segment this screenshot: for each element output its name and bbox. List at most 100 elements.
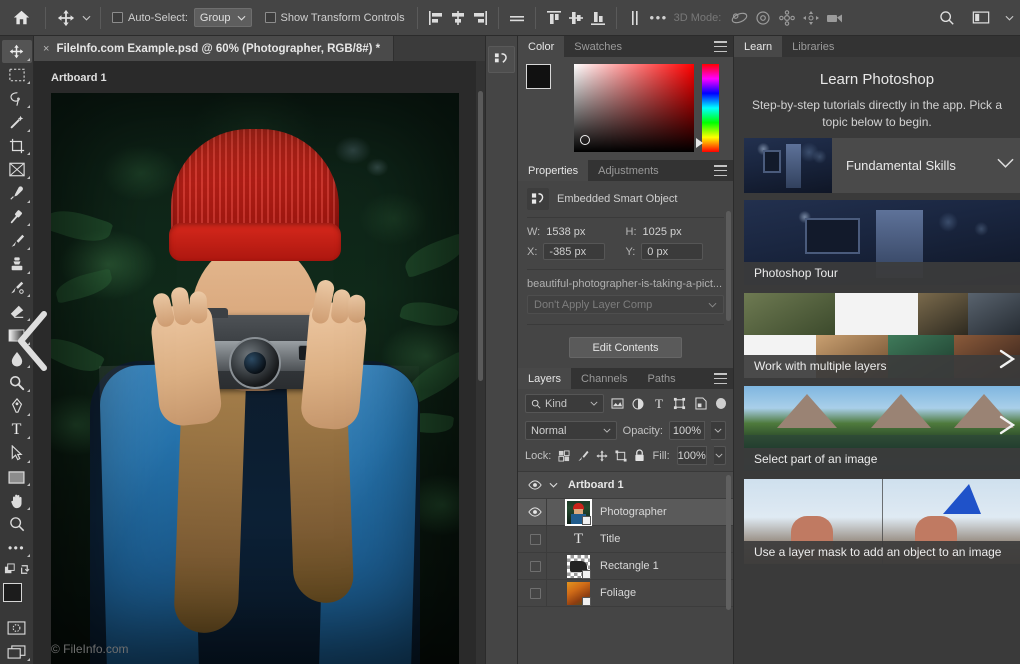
color-field[interactable] xyxy=(574,64,694,152)
more-align-options-button[interactable]: ••• xyxy=(646,6,672,30)
learn-card-use-a-layer-mask[interactable]: Use a layer mask to add an object to an … xyxy=(744,478,1020,564)
hue-slider[interactable] xyxy=(696,64,719,152)
distribute-horizontally-icon[interactable] xyxy=(506,6,528,30)
learn-category-fundamental-skills[interactable]: Fundamental Skills xyxy=(744,137,1020,193)
auto-select-checkbox[interactable]: Auto-Select: xyxy=(112,12,188,24)
table-row[interactable]: Rectangle 1 xyxy=(518,552,733,580)
filter-smart-object-icon[interactable] xyxy=(693,394,709,413)
quick-mask-icon[interactable] xyxy=(2,617,32,640)
layer-thumbnail[interactable] xyxy=(567,554,591,579)
collapse-panel-chevron-icon[interactable] xyxy=(14,310,50,382)
tab-paths[interactable]: Paths xyxy=(638,368,686,389)
lock-artboard-nesting-icon[interactable] xyxy=(615,448,627,464)
opacity-input[interactable]: 100% xyxy=(669,421,705,440)
y-input[interactable]: 0 px xyxy=(641,243,704,260)
default-colors-icon[interactable] xyxy=(2,560,32,578)
properties-scrollbar-thumb[interactable] xyxy=(726,211,731,321)
tab-learn[interactable]: Learn xyxy=(734,36,783,57)
fill-input[interactable]: 100% xyxy=(676,446,707,465)
learn-prev-chevron-icon[interactable] xyxy=(998,414,1020,443)
3d-roll-icon[interactable] xyxy=(751,6,775,30)
learn-card-photoshop-tour[interactable]: Photoshop Tour xyxy=(744,199,1020,285)
table-row[interactable]: Photographer xyxy=(518,498,733,526)
align-left-edges-icon[interactable] xyxy=(425,6,447,30)
rectangle-tool[interactable] xyxy=(2,466,32,489)
filter-pixel-icon[interactable] xyxy=(609,394,625,413)
properties-panel-menu-icon[interactable] xyxy=(714,165,727,176)
arrange-documents-icon[interactable] xyxy=(968,5,994,31)
lock-image-pixels-icon[interactable] xyxy=(577,448,589,464)
layer-thumbnail[interactable]: T xyxy=(567,531,590,548)
color-panel-menu-icon[interactable] xyxy=(714,41,727,52)
canvas-stage[interactable]: Artboard 1 © FileInfo.com xyxy=(34,61,485,664)
canvas-vertical-scrollbar[interactable] xyxy=(476,61,485,664)
layer-visibility-toggle[interactable] xyxy=(524,533,546,545)
filter-type-icon[interactable]: T xyxy=(651,394,667,413)
document-tab[interactable]: × FileInfo.com Example.psd @ 60% (Photog… xyxy=(34,36,395,61)
panel-foreground-swatch[interactable] xyxy=(526,64,551,89)
layer-visibility-toggle[interactable] xyxy=(524,480,546,490)
clone-stamp-tool[interactable] xyxy=(2,253,32,276)
chevron-down-icon[interactable] xyxy=(990,156,1020,174)
home-icon[interactable] xyxy=(4,1,38,35)
move-tool-icon[interactable] xyxy=(53,5,79,31)
layer-thumbnail[interactable] xyxy=(565,498,592,526)
color-panel-swatches[interactable] xyxy=(526,64,566,102)
table-row[interactable]: T Title xyxy=(518,525,733,553)
tab-channels[interactable]: Channels xyxy=(571,368,637,389)
table-row[interactable]: Artboard 1 xyxy=(518,472,733,499)
layer-visibility-toggle[interactable] xyxy=(524,507,546,517)
layer-thumbnail[interactable] xyxy=(567,581,591,606)
learn-content-list[interactable]: Fundamental Skills Photoshop Tour Work w… xyxy=(734,137,1020,664)
layer-visibility-toggle[interactable] xyxy=(524,587,546,599)
filter-enable-toggle[interactable] xyxy=(715,398,727,409)
learn-card-select-part-of-an-image[interactable]: Select part of an image xyxy=(744,385,1020,471)
lasso-tool[interactable] xyxy=(2,87,32,110)
3d-orbit-icon[interactable] xyxy=(727,6,751,30)
align-top-edges-icon[interactable] xyxy=(543,6,565,30)
zoom-tool[interactable] xyxy=(2,513,32,536)
3d-slide-icon[interactable] xyxy=(799,6,823,30)
color-swatches[interactable] xyxy=(2,582,32,613)
table-row[interactable]: Foliage xyxy=(518,579,733,607)
tab-swatches[interactable]: Swatches xyxy=(564,36,632,57)
3d-pan-icon[interactable] xyxy=(775,6,799,30)
filter-adjustment-icon[interactable] xyxy=(630,394,646,413)
show-transform-controls-checkbox[interactable]: Show Transform Controls xyxy=(264,12,405,24)
tab-color[interactable]: Color xyxy=(518,36,565,57)
color-field-picker[interactable] xyxy=(580,135,590,145)
hue-slider-marker[interactable] xyxy=(696,138,703,148)
blend-mode-dropdown[interactable]: Normal xyxy=(525,421,617,440)
search-icon[interactable] xyxy=(934,5,960,31)
auto-select-scope-dropdown[interactable]: Group xyxy=(193,8,252,27)
opacity-stepper[interactable] xyxy=(711,421,726,440)
type-tool[interactable]: T xyxy=(2,419,32,442)
align-vertical-centers-icon[interactable] xyxy=(565,6,587,30)
lock-position-icon[interactable] xyxy=(596,448,608,464)
layer-visibility-toggle[interactable] xyxy=(524,560,546,572)
filter-kind-dropdown[interactable]: Kind xyxy=(525,394,605,413)
distribute-vertically-icon[interactable] xyxy=(624,6,646,30)
layers-list[interactable]: Artboard 1 Photographer T Title Rectangl… xyxy=(518,471,733,664)
scrollbar-thumb[interactable] xyxy=(478,91,483,381)
layers-scrollbar-thumb[interactable] xyxy=(726,475,731,610)
tool-preset-chevron-down-icon[interactable] xyxy=(79,5,93,31)
rectangular-marquee-tool[interactable] xyxy=(2,64,32,87)
layers-panel-menu-icon[interactable] xyxy=(714,373,727,384)
filter-shape-icon[interactable] xyxy=(672,394,688,413)
tab-libraries[interactable]: Libraries xyxy=(782,36,844,57)
spot-healing-brush-tool[interactable] xyxy=(2,206,32,229)
screen-mode-icon[interactable] xyxy=(2,640,32,663)
move-tool[interactable] xyxy=(1,40,32,63)
frame-tool[interactable] xyxy=(2,158,32,181)
learn-card-work-with-multiple-layers[interactable]: Work with multiple layers xyxy=(744,292,1020,378)
lock-transparent-pixels-icon[interactable] xyxy=(558,448,570,464)
history-brush-tool[interactable] xyxy=(2,277,32,300)
tab-properties[interactable]: Properties xyxy=(518,160,589,181)
workspace-switcher-icon[interactable] xyxy=(1002,5,1016,31)
foreground-color-swatch[interactable] xyxy=(2,583,22,603)
edit-contents-button[interactable]: Edit Contents xyxy=(569,337,682,358)
align-bottom-edges-icon[interactable] xyxy=(587,6,609,30)
artboard-canvas[interactable] xyxy=(51,93,459,664)
crop-tool[interactable] xyxy=(2,135,32,158)
